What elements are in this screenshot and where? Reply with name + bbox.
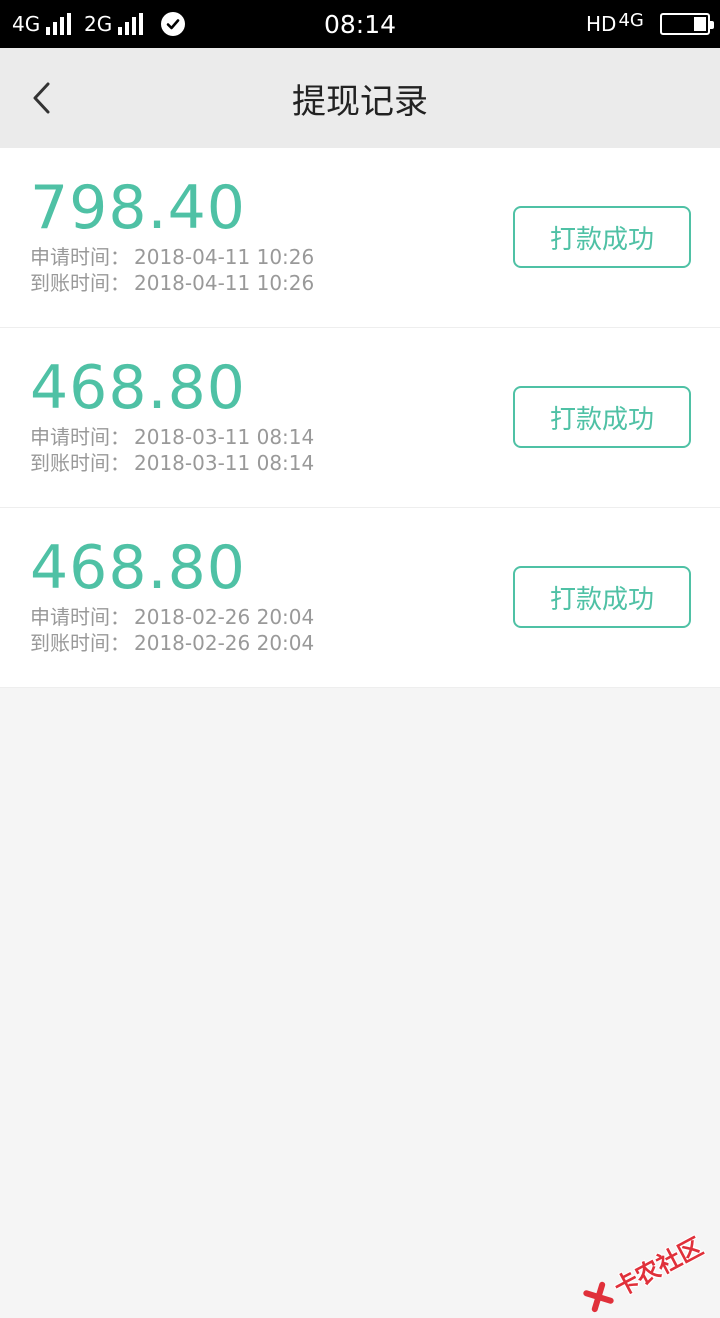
hd-label: HD xyxy=(586,12,616,36)
navigation-bar: 提现记录 xyxy=(0,48,720,148)
withdrawal-record-list: 798.40 申请时间：2018-04-11 10:26 到账时间：2018-0… xyxy=(0,148,720,688)
apply-time-label: 申请时间： xyxy=(30,245,130,269)
net-type-label: 4G xyxy=(618,10,643,31)
watermark-text: 卡农社区 xyxy=(607,1227,708,1303)
record-amount: 468.80 xyxy=(30,356,246,420)
arrive-time-row: 到账时间：2018-03-11 08:14 xyxy=(30,450,314,476)
record-item[interactable]: 468.80 申请时间：2018-02-26 20:04 到账时间：2018-0… xyxy=(0,508,720,688)
apply-time-value: 2018-02-26 20:04 xyxy=(134,605,314,629)
watermark: 卡农社区 xyxy=(579,1227,708,1318)
chevron-left-icon xyxy=(31,81,53,115)
arrive-time-value: 2018-02-26 20:04 xyxy=(134,631,314,655)
page-title: 提现记录 xyxy=(0,48,720,148)
apply-time-row: 申请时间：2018-02-26 20:04 xyxy=(30,604,314,630)
apply-time-value: 2018-04-11 10:26 xyxy=(134,245,314,269)
status-time: 08:14 xyxy=(324,10,396,39)
record-item[interactable]: 468.80 申请时间：2018-03-11 08:14 到账时间：2018-0… xyxy=(0,328,720,508)
record-amount: 468.80 xyxy=(30,536,246,600)
apply-time-row: 申请时间：2018-04-11 10:26 xyxy=(30,244,314,270)
arrive-time-label: 到账时间： xyxy=(30,451,130,475)
apply-time-value: 2018-03-11 08:14 xyxy=(134,425,314,449)
apply-time-row: 申请时间：2018-03-11 08:14 xyxy=(30,424,314,450)
payment-status-button[interactable]: 打款成功 xyxy=(513,206,691,268)
arrive-time-value: 2018-04-11 10:26 xyxy=(134,271,314,295)
battery-indicator xyxy=(660,0,710,48)
watermark-logo-icon xyxy=(581,1279,616,1314)
record-amount: 798.40 xyxy=(30,176,246,240)
arrive-time-label: 到账时间： xyxy=(30,631,130,655)
payment-status-button[interactable]: 打款成功 xyxy=(513,386,691,448)
arrive-time-label: 到账时间： xyxy=(30,271,130,295)
record-item[interactable]: 798.40 申请时间：2018-04-11 10:26 到账时间：2018-0… xyxy=(0,148,720,328)
network-indicator: HD 4G xyxy=(586,0,644,48)
apply-time-label: 申请时间： xyxy=(30,605,130,629)
status-bar: 4G 2G 08:14 HD 4G xyxy=(0,0,720,48)
payment-status-button[interactable]: 打款成功 xyxy=(513,566,691,628)
apply-time-label: 申请时间： xyxy=(30,425,130,449)
arrive-time-value: 2018-03-11 08:14 xyxy=(134,451,314,475)
battery-icon xyxy=(660,13,710,35)
arrive-time-row: 到账时间：2018-02-26 20:04 xyxy=(30,630,314,656)
back-button[interactable] xyxy=(20,76,64,120)
arrive-time-row: 到账时间：2018-04-11 10:26 xyxy=(30,270,314,296)
